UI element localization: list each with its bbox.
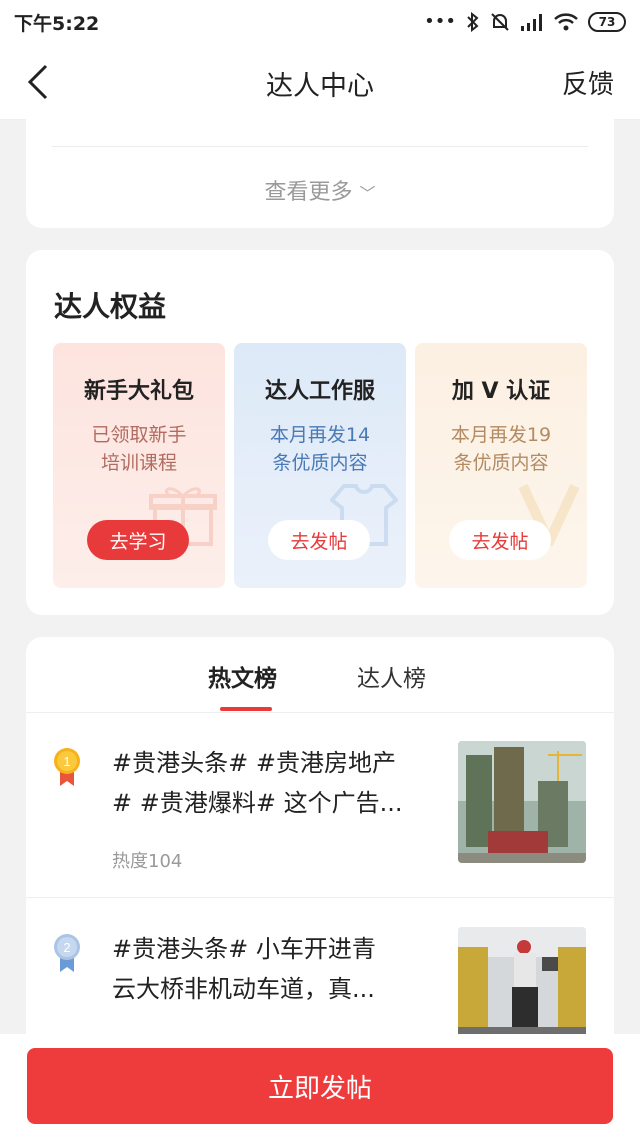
- ranking-tabs: 热文榜 达人榜: [26, 637, 614, 713]
- silver-medal-icon: 2: [54, 934, 80, 972]
- tab-active-indicator: [220, 707, 272, 711]
- signal-icon: [521, 14, 542, 31]
- benefit-desc-line: 条优质内容: [272, 452, 368, 474]
- benefits-card: 达人权益 新手大礼包 已领取新手 培训课程 去学习 达人工作服 本月再发14 条…: [26, 250, 614, 615]
- post-thumbnail: [458, 927, 586, 1049]
- bottom-bar: 立即发帖: [0, 1034, 640, 1138]
- post-button[interactable]: 去发帖: [449, 520, 551, 560]
- benefit-desc-line: 条优质内容: [453, 452, 549, 474]
- post-title-line: 云大桥非机动车道，真...: [112, 975, 375, 1003]
- benefit-desc-line: 已领取新手: [91, 424, 187, 446]
- benefit-name: 加 V 认证: [451, 379, 551, 404]
- status-time: 下午5:22: [14, 12, 100, 35]
- benefits-title: 达人权益: [54, 290, 167, 323]
- battery-icon: 73: [588, 12, 626, 32]
- mute-icon: [491, 13, 509, 31]
- benefit-work-clothes: 达人工作服 本月再发14 条优质内容 去发帖: [234, 343, 406, 588]
- rank-number: 1: [63, 754, 70, 769]
- benefit-name: 新手大礼包: [83, 379, 194, 404]
- status-icons: ••• 73: [424, 12, 626, 32]
- benefit-desc-line: 培训课程: [100, 452, 177, 474]
- chevron-down-icon: ﹀: [359, 184, 376, 203]
- benefit-v-certification: 加 V 认证 本月再发19 条优质内容 去发帖: [415, 343, 587, 588]
- wifi-icon: [554, 13, 578, 31]
- tab-hot-articles[interactable]: 热文榜: [208, 659, 277, 693]
- benefit-desc: 本月再发14 条优质内容: [244, 421, 396, 477]
- publish-button[interactable]: 立即发帖: [27, 1048, 613, 1124]
- post-title: #贵港头条# #贵港房地产 # #贵港爆料# 这个广告...: [112, 743, 437, 823]
- benefit-desc-line: 本月再发14: [269, 424, 371, 446]
- post-heat: 热度104: [112, 851, 183, 872]
- dots-icon: •••: [424, 11, 456, 32]
- benefit-name: 达人工作服: [264, 379, 375, 404]
- see-more-card: 查看更多 ﹀: [26, 108, 614, 228]
- benefit-desc-line: 本月再发19: [450, 424, 552, 446]
- app-screen: 下午5:22 ••• 73 达人中心 反馈 查看更多 ﹀ 达人权益 新手大礼包 …: [0, 0, 640, 1138]
- page-title: 达人中心: [266, 71, 374, 102]
- benefit-desc: 本月再发19 条优质内容: [425, 421, 577, 477]
- divider: [52, 146, 588, 147]
- tab-talents[interactable]: 达人榜: [357, 659, 426, 693]
- see-more-label: 查看更多: [264, 180, 353, 205]
- bluetooth-icon: [467, 12, 479, 32]
- rank-number: 2: [63, 940, 70, 955]
- benefit-newbie-gift: 新手大礼包 已领取新手 培训课程 去学习: [53, 343, 225, 588]
- gold-medal-icon: 1: [54, 748, 80, 786]
- post-title-line: # #贵港爆料# 这个广告...: [112, 789, 403, 817]
- see-more-button[interactable]: 查看更多 ﹀: [26, 174, 614, 206]
- post-title-line: #贵港头条# #贵港房地产: [112, 749, 396, 777]
- status-bar: 下午5:22 ••• 73: [0, 0, 640, 44]
- feedback-button[interactable]: 反馈: [562, 64, 614, 101]
- benefit-desc: 已领取新手 培训课程: [63, 421, 215, 477]
- post-title-line: #贵港头条# 小车开进青: [112, 935, 376, 963]
- list-item[interactable]: 1 #贵港头条# #贵港房地产 # #贵港爆料# 这个广告... 热度104: [26, 713, 614, 898]
- post-thumbnail: [458, 741, 586, 863]
- learn-button[interactable]: 去学习: [87, 520, 189, 560]
- post-button[interactable]: 去发帖: [268, 520, 370, 560]
- post-title: #贵港头条# 小车开进青 云大桥非机动车道，真...: [112, 929, 437, 1009]
